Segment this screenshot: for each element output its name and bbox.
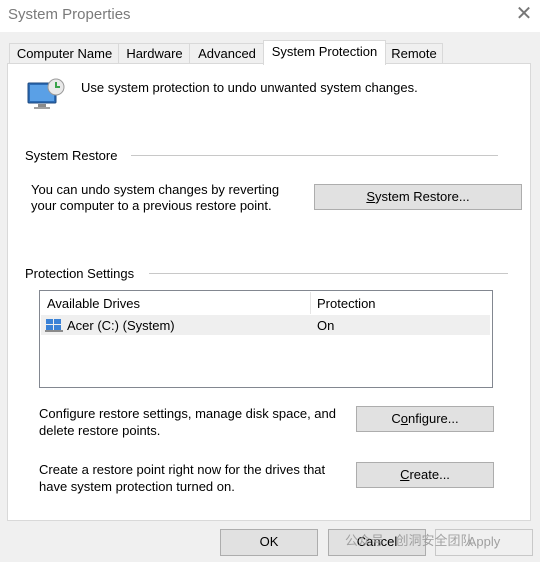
tab-hardware[interactable]: Hardware xyxy=(118,43,191,64)
tab-advanced[interactable]: Advanced xyxy=(189,43,265,64)
restore-description-line2: your computer to a previous restore poin… xyxy=(31,198,272,213)
divider xyxy=(131,155,498,156)
system-restore-button[interactable]: System Restore... xyxy=(314,184,522,210)
monitor-shield-icon xyxy=(27,78,65,109)
tab-computer-name[interactable]: Computer Name xyxy=(9,43,120,64)
tab-remote[interactable]: Remote xyxy=(385,43,443,64)
configure-text-line1: Configure restore settings, manage disk … xyxy=(39,406,337,421)
system-restore-group-label: System Restore xyxy=(25,148,118,163)
create-text-line2: have system protection turned on. xyxy=(39,479,235,494)
ok-button[interactable]: OK xyxy=(220,529,318,556)
create-text-line1: Create a restore point right now for the… xyxy=(39,462,326,477)
divider xyxy=(149,273,508,274)
configure-text-line2: delete restore points. xyxy=(39,423,161,438)
configure-button[interactable]: Configure... xyxy=(356,406,494,432)
protection-settings-group-label: Protection Settings xyxy=(25,266,135,281)
drive-protection-status: On xyxy=(317,318,335,333)
header-text: Use system protection to undo unwanted s… xyxy=(81,80,418,95)
column-header-drives[interactable]: Available Drives xyxy=(47,296,140,311)
tab-system-protection[interactable]: System Protection xyxy=(263,40,386,65)
drive-name: Acer (C:) (System) xyxy=(67,318,175,333)
drive-icon xyxy=(45,319,63,332)
watermark: 公众号 · 创洞安全团队 xyxy=(345,533,474,548)
close-icon[interactable]: ✕ xyxy=(511,1,537,27)
column-header-protection[interactable]: Protection xyxy=(317,296,376,311)
column-separator[interactable] xyxy=(310,292,311,314)
create-button[interactable]: Create... xyxy=(356,462,494,488)
restore-description-line1: You can undo system changes by reverting xyxy=(31,182,280,197)
window-title: System Properties xyxy=(8,6,131,23)
